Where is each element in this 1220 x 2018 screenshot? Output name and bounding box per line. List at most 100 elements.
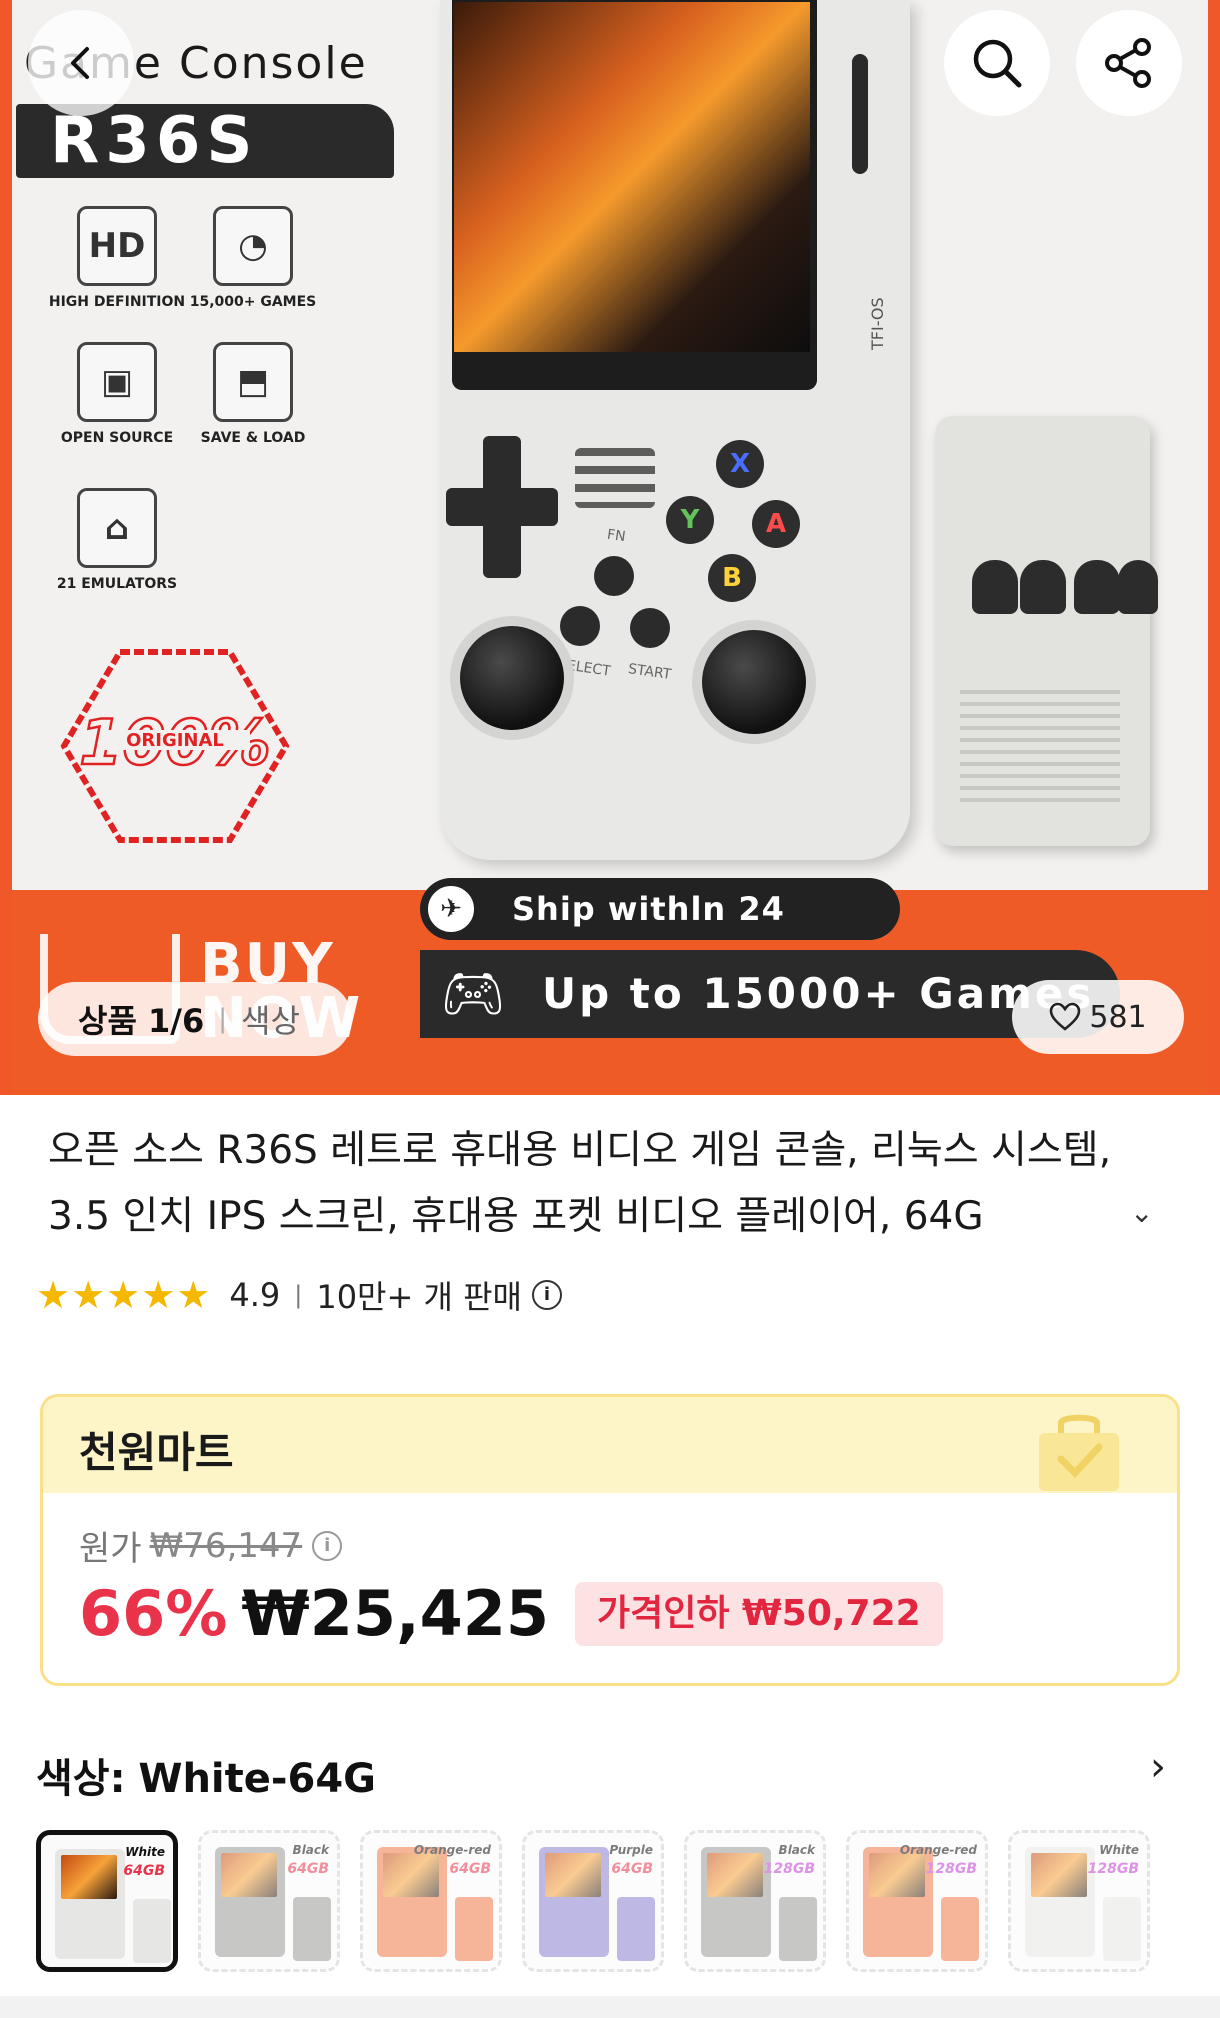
swatch-back-image — [617, 1897, 655, 1961]
wishlist-button[interactable]: 581 — [1012, 980, 1184, 1054]
color-swatch[interactable]: White 128GB — [1008, 1830, 1150, 1972]
swatch-size: 64GB — [287, 1861, 329, 1877]
start-button-icon — [630, 608, 670, 648]
feature-emulators: ⌂ 21 EMULATORS — [42, 488, 192, 592]
wishlist-count: 581 — [1089, 999, 1147, 1035]
search-icon — [973, 39, 1022, 88]
swatch-screen — [383, 1853, 439, 1897]
swatch-screen — [1031, 1853, 1087, 1897]
swatch-color-name: Orange-red — [413, 1843, 491, 1857]
price-row: 66% ₩25,425 가격인하 ₩50,722 — [79, 1577, 943, 1650]
gamepad-icon: 🎮︎ — [440, 964, 507, 1024]
feature-label: HIGH DEFINITION — [48, 294, 186, 310]
swatch-color-name: Orange-red — [899, 1843, 977, 1857]
seal-subtext: ORIGINAL — [126, 730, 224, 751]
swatch-screen — [707, 1853, 763, 1897]
sale-price: ₩25,425 — [241, 1577, 550, 1650]
feature-label: 15,000+ GAMES — [189, 294, 317, 310]
back-button[interactable] — [28, 10, 134, 116]
y-button-icon: Y — [666, 496, 714, 544]
x-button-icon: X — [716, 440, 764, 488]
swatch-color-name: Purple — [609, 1843, 653, 1857]
color-swatch[interactable]: Purple 64GB — [522, 1830, 664, 1972]
trigger-icon — [1074, 560, 1120, 614]
feature-label: SAVE & LOAD — [200, 430, 306, 446]
feature-label: OPEN SOURCE — [60, 430, 174, 446]
rating-value: 4.9 — [229, 1276, 281, 1314]
color-swatch[interactable]: Black 128GB — [684, 1830, 826, 1972]
heart-icon — [1050, 1002, 1081, 1031]
swatch-color-name: Black — [778, 1843, 815, 1857]
color-tab[interactable]: 색상 — [241, 996, 300, 1042]
store-banner: 천원마트 — [43, 1397, 1177, 1493]
share-button[interactable] — [1076, 10, 1182, 116]
swatch-size: 64GB — [611, 1861, 653, 1877]
os-label: TFI-OS — [868, 297, 887, 350]
feature-games: ◔ 15,000+ GAMES — [178, 206, 328, 310]
share-icon — [1105, 38, 1151, 88]
swatch-size: 64GB — [449, 1861, 491, 1877]
price-card: 천원마트 원가 ₩76,147 i 66% ₩25,425 가격인하 ₩50,7… — [40, 1394, 1180, 1686]
dpad-horizontal — [446, 488, 558, 526]
image-counter-label: 상품 1/6 — [78, 1002, 205, 1040]
image-counter[interactable]: 상품 1/6 | 색상 — [38, 982, 352, 1056]
shopping-bag-icon — [1039, 1414, 1119, 1491]
airplane-icon: ✈ — [425, 883, 477, 935]
swatch-back-image — [941, 1897, 979, 1961]
select-button-icon — [560, 606, 600, 646]
games-icon: ◔ — [213, 206, 293, 286]
original-price-row: 원가 ₩76,147 i — [79, 1521, 343, 1570]
price-drop-badge: 가격인하 ₩50,722 — [575, 1581, 943, 1646]
trigger-icon — [972, 560, 1018, 614]
color-swatch[interactable]: White 64GB — [36, 1830, 178, 1972]
swatch-color-name: White — [125, 1845, 165, 1859]
swatch-screen — [869, 1853, 925, 1897]
product-title[interactable]: 오픈 소스 R36S 레트로 휴대용 비디오 게임 콘솔, 리눅스 시스템, 3… — [48, 1118, 1178, 1250]
product-image-carousel[interactable]: Game Console R36S HD HIGH DEFINITION ◔ 1… — [0, 0, 1220, 1095]
swatch-back-image — [293, 1897, 331, 1961]
info-icon[interactable]: i — [531, 1280, 562, 1310]
trigger-icon — [1118, 560, 1158, 614]
swatch-screen — [221, 1853, 277, 1897]
console-screen — [454, 2, 810, 352]
chevron-right-icon[interactable]: › — [1150, 1744, 1166, 1790]
b-button-icon: B — [708, 554, 756, 602]
swatch-back-image — [133, 1899, 171, 1963]
star-rating-icon: ★★★★★ — [36, 1273, 212, 1317]
feature-hd: HD HIGH DEFINITION — [42, 206, 192, 310]
swatch-color-name: White — [1099, 1843, 1139, 1857]
info-icon[interactable]: i — [312, 1530, 343, 1561]
search-button[interactable] — [944, 10, 1050, 116]
back-grill — [960, 690, 1120, 810]
color-selector-label[interactable]: 색상: White-64G — [36, 1746, 376, 1804]
swatch-size: 128GB — [1087, 1861, 1139, 1877]
color-swatch[interactable]: Orange-red 128GB — [846, 1830, 988, 1972]
right-stick-icon — [702, 630, 806, 734]
rating-row[interactable]: ★★★★★ 4.9 | 10만+ 개 판매 i — [36, 1270, 562, 1320]
ship-banner: Ship withln 24 hours — [420, 878, 900, 990]
color-swatch[interactable]: Orange-red 64GB — [360, 1830, 502, 1972]
swatch-screen — [61, 1855, 117, 1899]
original-seal-icon: 100% ORIGINAL — [60, 649, 290, 843]
left-stick-icon — [460, 626, 564, 730]
rating-separator: | — [294, 1281, 303, 1309]
store-name: 천원마트 — [79, 1428, 234, 1477]
speaker-grill — [575, 448, 655, 508]
swatch-size: 128GB — [925, 1861, 977, 1877]
discount-percent: 66% — [79, 1577, 228, 1650]
expand-title-icon[interactable]: ⌄ — [1130, 1196, 1153, 1229]
console-side-slot — [852, 54, 868, 174]
fn-button-icon — [594, 556, 634, 596]
color-swatch[interactable]: Black 64GB — [198, 1830, 340, 1972]
swatch-back-image — [779, 1897, 817, 1961]
swatch-size: 128GB — [763, 1861, 815, 1877]
feature-label: 21 EMULATORS — [56, 576, 178, 592]
fn-label: FN — [605, 526, 627, 546]
open-source-icon: ▣ — [77, 342, 157, 422]
hd-icon: HD — [77, 206, 157, 286]
a-button-icon: A — [752, 500, 800, 548]
swatch-back-image — [455, 1897, 493, 1961]
original-price-label: 원가 — [79, 1529, 142, 1569]
color-value: White-64G — [138, 1756, 376, 1802]
counter-separator: | — [218, 1004, 228, 1034]
